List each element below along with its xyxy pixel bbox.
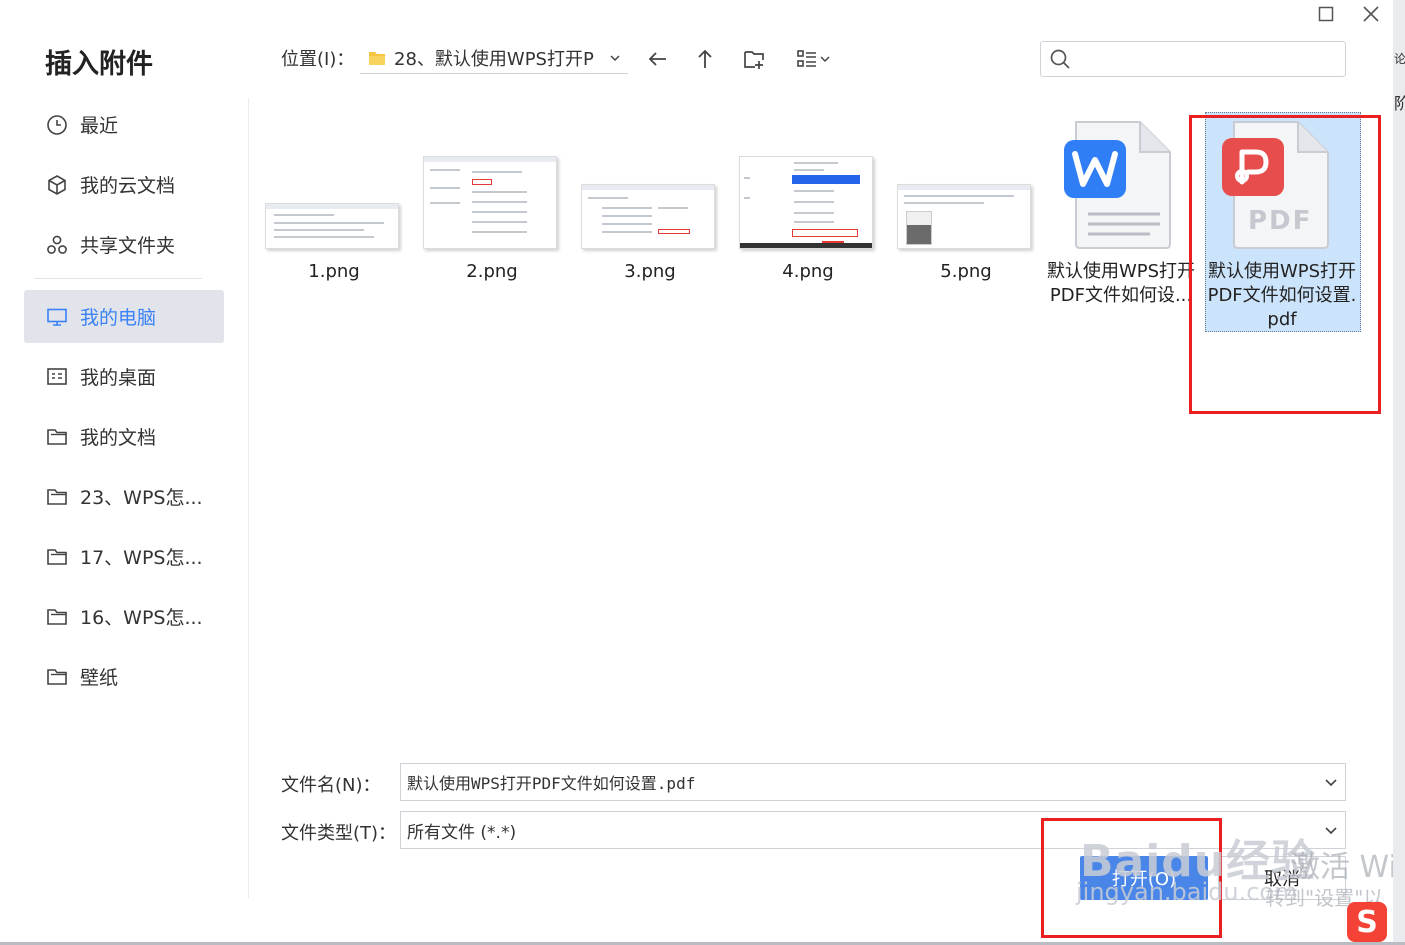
cube-icon — [46, 174, 68, 196]
sidebar-item-label: 我的电脑 — [80, 307, 157, 329]
desktop-icon — [46, 366, 68, 388]
arrow-up-icon — [698, 49, 712, 68]
sidebar-item-label: 我的云文档 — [80, 175, 176, 197]
clock-icon — [46, 114, 68, 136]
filename-value: 默认使用WPS打开PDF文件如何设置.pdf — [407, 774, 696, 793]
file-name-line: 默认使用WPS打开 — [1046, 261, 1196, 282]
share-icon — [46, 234, 68, 256]
sidebar-item-cloud-docs[interactable]: 我的云文档 — [24, 158, 224, 211]
sidebar-item-folder-23[interactable]: 23、WPS怎... — [24, 470, 224, 523]
up-button[interactable] — [690, 44, 720, 74]
arrow-left-icon — [648, 52, 666, 66]
folder-icon — [46, 426, 68, 448]
monitor-icon — [46, 306, 68, 328]
sidebar-item-label: 23、WPS怎... — [80, 487, 203, 509]
sidebar-item-label: 17、WPS怎... — [80, 547, 203, 569]
close-icon — [1363, 6, 1379, 22]
background-window-edge — [1393, 0, 1405, 945]
search-input[interactable] — [1079, 50, 1329, 68]
sidebar-item-my-desktop[interactable]: 我的桌面 — [24, 350, 224, 403]
dialog-title: 插入附件 — [45, 49, 153, 80]
folder-icon — [46, 486, 68, 508]
search-icon — [1050, 49, 1070, 69]
location-label: 位置(I)： — [281, 49, 355, 70]
highlight-box-pdf-file — [1189, 115, 1381, 414]
sidebar-divider — [34, 278, 202, 279]
sogou-input-icon[interactable]: S — [1347, 902, 1387, 942]
chevron-down-icon — [820, 56, 830, 63]
sidebar-item-label: 壁纸 — [80, 667, 119, 689]
background-edge-text: 阶 — [1394, 94, 1405, 113]
sidebar-item-label: 我的桌面 — [80, 367, 157, 389]
folder-icon — [46, 666, 68, 688]
windows-activation-watermark: 激活 Win — [1290, 850, 1405, 885]
sidebar-item-wallpaper[interactable]: 壁纸 — [24, 650, 224, 703]
file-name: 4.png — [782, 261, 834, 282]
list-view-icon — [797, 50, 816, 67]
file-name-line: PDF文件如何设... — [1049, 285, 1193, 306]
sidebar-divider-vertical — [248, 98, 249, 898]
file-name: 2.png — [466, 261, 518, 282]
wps-writer-file-icon — [1064, 121, 1171, 249]
filename-field[interactable]: 默认使用WPS打开PDF文件如何设置.pdf — [400, 763, 1346, 801]
sidebar-item-shared-folder[interactable]: 共享文件夹 — [24, 218, 224, 271]
back-button[interactable] — [643, 44, 673, 74]
sidebar-item-label: 16、WPS怎... — [80, 607, 203, 629]
thumbnail-image — [581, 184, 715, 249]
chevron-down-icon[interactable] — [1317, 775, 1345, 789]
sidebar-item-label: 最近 — [80, 115, 119, 137]
view-mode-button[interactable] — [790, 44, 836, 74]
thumbnail-image — [423, 156, 557, 249]
insert-attachment-dialog: 插入附件 最近 我的云文档 共享文件夹 我的电脑 我的桌面 我的文档 23、WP… — [0, 0, 1405, 942]
sidebar-item-recent[interactable]: 最近 — [24, 98, 224, 151]
thumbnail-image — [739, 156, 873, 249]
folder-icon — [46, 546, 68, 568]
background-edge-text: 论 — [1394, 52, 1405, 66]
maximize-button[interactable] — [1306, 0, 1346, 28]
chevron-down-icon[interactable] — [1317, 823, 1345, 837]
sidebar-item-folder-17[interactable]: 17、WPS怎... — [24, 530, 224, 583]
sidebar-item-label: 我的文档 — [80, 427, 157, 449]
sidebar-item-my-documents[interactable]: 我的文档 — [24, 410, 224, 463]
file-name: 1.png — [308, 261, 360, 282]
file-name: 5.png — [940, 261, 992, 282]
sidebar-item-label: 共享文件夹 — [80, 235, 176, 257]
file-name: 3.png — [624, 261, 676, 282]
location-dropdown[interactable]: 28、默认使用WPS打开P — [360, 42, 628, 74]
sidebar: 最近 我的云文档 共享文件夹 我的电脑 我的桌面 我的文档 23、WPS怎...… — [24, 98, 224, 710]
folder-icon — [46, 606, 68, 628]
sidebar-item-my-computer[interactable]: 我的电脑 — [24, 290, 224, 343]
chevron-down-icon — [610, 54, 620, 61]
filetype-label: 文件类型(T)： — [281, 823, 397, 844]
folder-yellow-icon — [369, 51, 385, 65]
sidebar-item-folder-16[interactable]: 16、WPS怎... — [24, 590, 224, 643]
thumbnail-image — [897, 184, 1031, 249]
search-box[interactable] — [1040, 41, 1346, 77]
new-folder-button[interactable] — [739, 44, 769, 74]
close-button[interactable] — [1351, 0, 1391, 28]
thumbnail-image — [265, 203, 399, 249]
maximize-icon — [1318, 6, 1334, 22]
location-path: 28、默认使用WPS打开P — [394, 48, 594, 70]
filename-label: 文件名(N)： — [281, 775, 381, 796]
new-folder-icon — [744, 51, 764, 69]
